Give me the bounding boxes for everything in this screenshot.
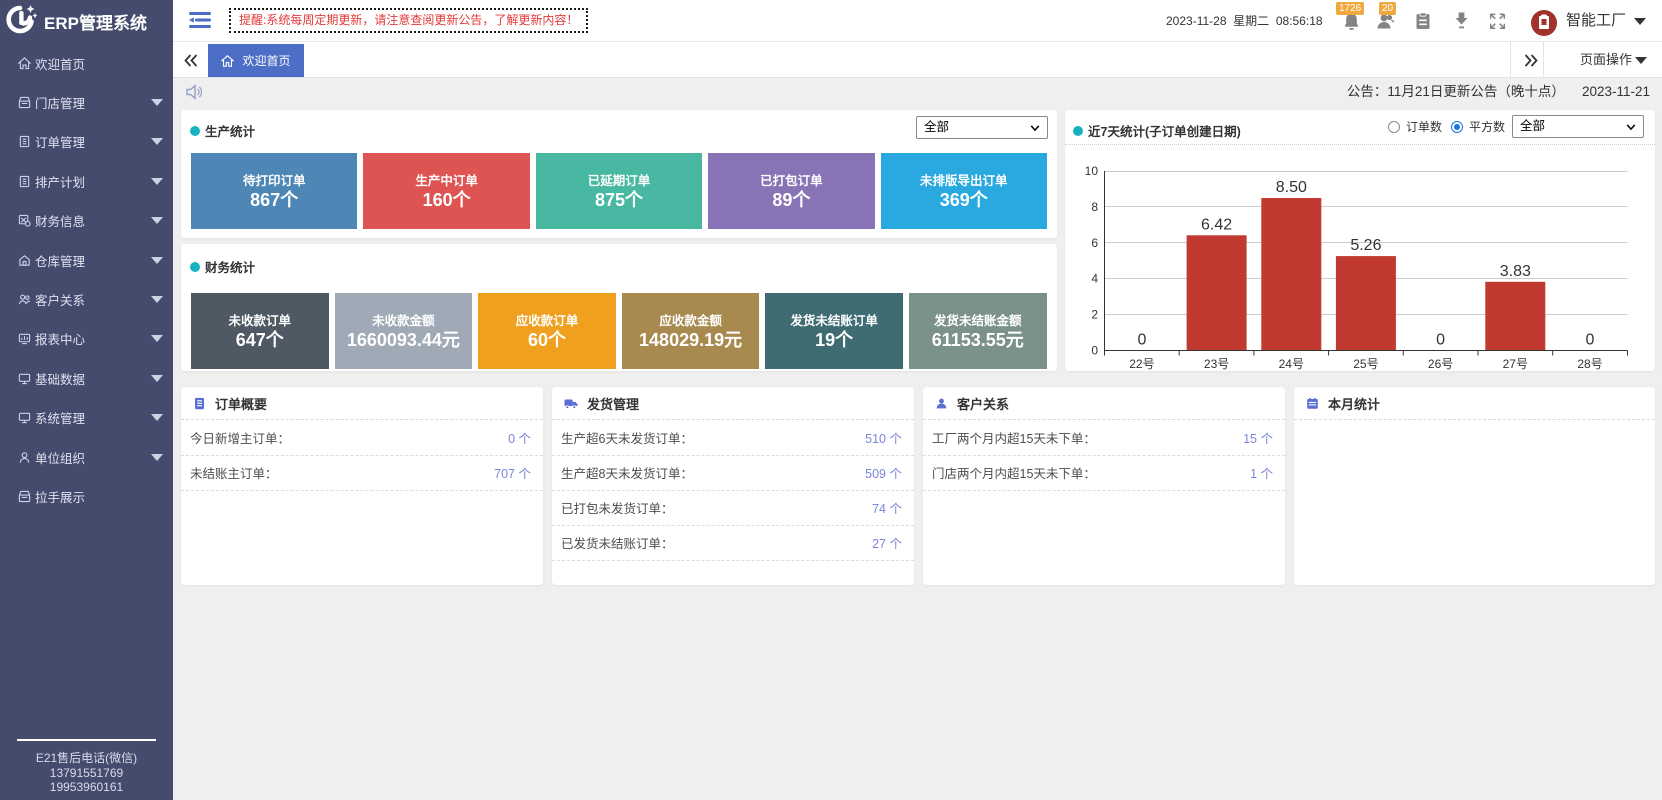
svg-text:6.42: 6.42 [1201,216,1232,233]
svg-text:23号: 23号 [1204,357,1229,371]
svg-text:3.83: 3.83 [1500,263,1531,280]
svg-text:6: 6 [1091,236,1098,250]
svg-text:5.26: 5.26 [1350,237,1381,254]
svg-text:2: 2 [1091,308,1098,322]
svg-text:8: 8 [1091,200,1098,214]
svg-text:0: 0 [1586,332,1595,349]
svg-text:8.50: 8.50 [1276,179,1307,196]
svg-text:28号: 28号 [1577,357,1602,371]
svg-text:4: 4 [1091,272,1098,286]
svg-text:22号: 22号 [1129,357,1154,371]
svg-text:0: 0 [1137,332,1146,349]
svg-text:24号: 24号 [1279,357,1304,371]
svg-text:26号: 26号 [1428,357,1453,371]
svg-text:25号: 25号 [1353,357,1378,371]
svg-text:0: 0 [1436,332,1445,349]
svg-text:0: 0 [1091,344,1098,358]
svg-text:27号: 27号 [1503,357,1528,371]
svg-text:10: 10 [1085,164,1099,178]
